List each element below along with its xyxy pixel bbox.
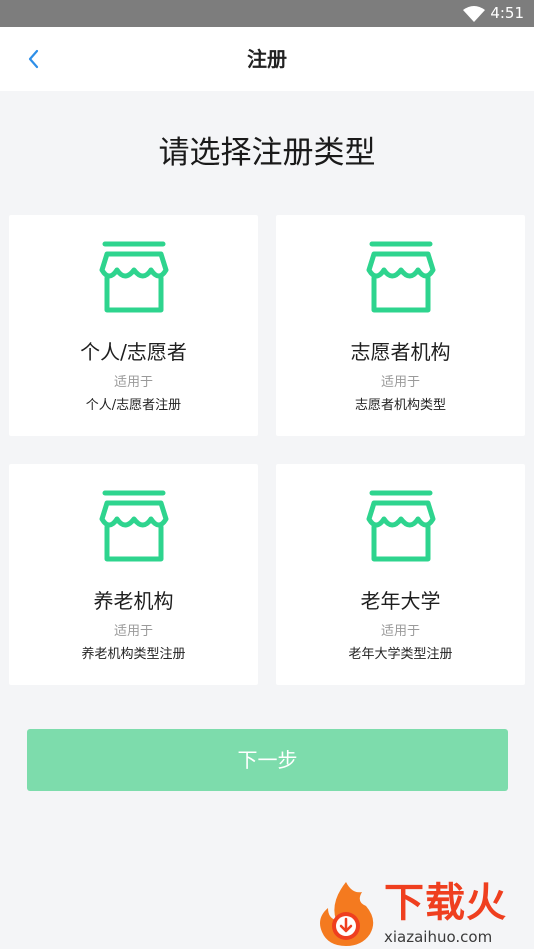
type-caption: 适用于 <box>113 624 153 639</box>
type-description: 养老机构类型注册 <box>81 647 186 662</box>
watermark-brand: 下载火 <box>384 880 507 926</box>
type-caption: 适用于 <box>380 624 420 639</box>
type-caption: 适用于 <box>380 375 420 390</box>
type-name: 老年大学 <box>360 589 441 613</box>
next-button[interactable]: 下一步 <box>27 729 508 791</box>
navbar: 注册 <box>0 27 534 91</box>
type-card-senior-university[interactable]: 老年大学 适用于 老年大学类型注册 <box>276 464 525 685</box>
watermark: 下载火 xiazaihuo.com <box>314 878 534 949</box>
type-caption: 适用于 <box>113 375 153 390</box>
type-card-volunteer-org[interactable]: 志愿者机构 适用于 志愿者机构类型 <box>276 215 525 436</box>
storefront-icon <box>99 490 169 562</box>
type-card-individual[interactable]: 个人/志愿者 适用于 个人/志愿者注册 <box>9 215 258 436</box>
type-name: 志愿者机构 <box>350 340 451 364</box>
storefront-icon <box>366 241 436 313</box>
storefront-icon <box>366 490 436 562</box>
wifi-icon <box>463 6 485 22</box>
storefront-icon <box>99 241 169 313</box>
type-name: 个人/志愿者 <box>80 340 187 364</box>
status-bar: 4:51 <box>0 0 534 27</box>
type-description: 老年大学类型注册 <box>348 647 453 662</box>
type-description: 个人/志愿者注册 <box>85 398 182 413</box>
type-name: 养老机构 <box>93 589 174 613</box>
section-heading: 请选择注册类型 <box>158 135 376 171</box>
type-description: 志愿者机构类型 <box>354 398 446 413</box>
page-title: 注册 <box>247 47 287 71</box>
status-time: 4:51 <box>490 4 524 22</box>
watermark-site: xiazaihuo.com <box>384 928 493 946</box>
flame-download-icon <box>320 882 374 946</box>
type-card-elderly-care[interactable]: 养老机构 适用于 养老机构类型注册 <box>9 464 258 685</box>
